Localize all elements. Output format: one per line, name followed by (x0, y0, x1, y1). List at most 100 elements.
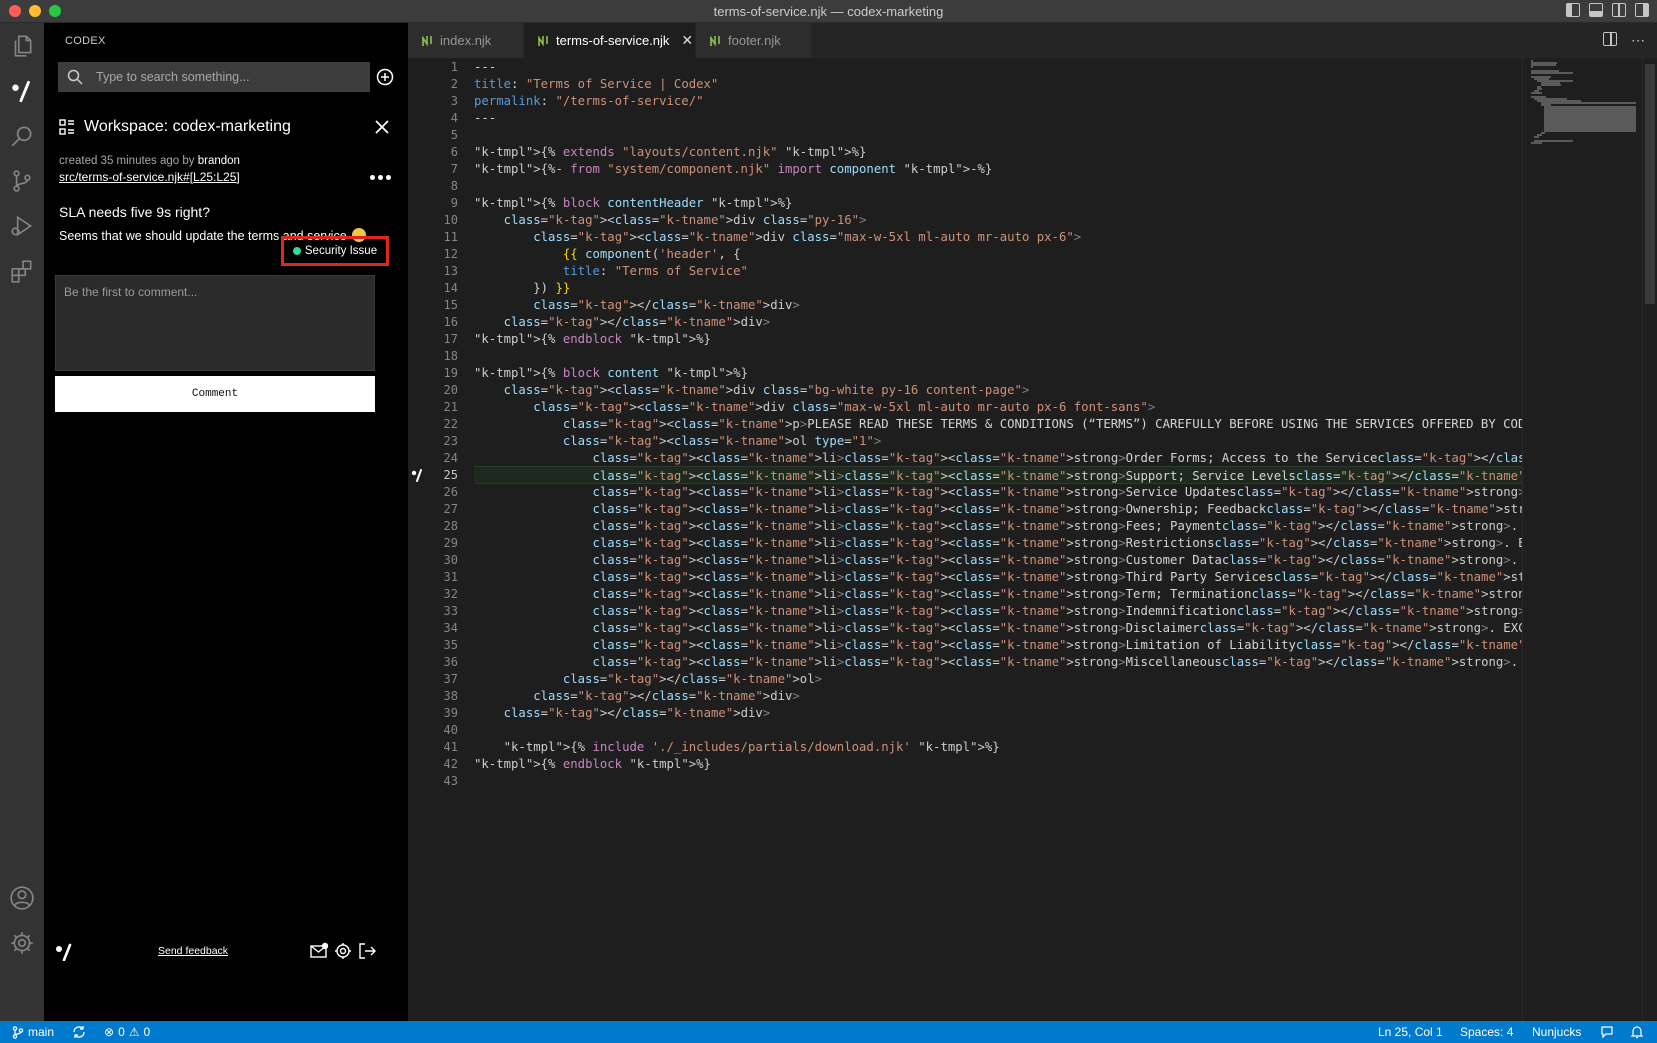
code-line[interactable]: "k-tmpl">{% endblock "k-tmpl">%} (474, 330, 711, 348)
extensions-icon[interactable] (7, 256, 37, 286)
search-box[interactable] (58, 62, 370, 92)
code-line[interactable]: class="k-tag"><class="k-tname">div class… (474, 398, 1155, 416)
indentation[interactable]: Spaces: 4 (1460, 1025, 1513, 1039)
security-issue-tag[interactable]: Security Issue (281, 236, 389, 266)
code-line[interactable]: title: "Terms of Service" (474, 262, 748, 280)
code-line[interactable]: class="k-tag"><class="k-tname">p>PLEASE … (474, 415, 1522, 433)
editor-scrollbar[interactable] (1642, 58, 1657, 1021)
source-control-icon[interactable] (7, 166, 37, 196)
code-line[interactable]: class="k-tag"><class="k-tname">li>class=… (474, 619, 1522, 637)
workspace-title: Workspace: codex-marketing (84, 118, 291, 135)
code-line[interactable]: "k-tmpl">{% include './_includes/partial… (474, 738, 1000, 756)
code-line[interactable]: class="k-tag"></class="k-tname">div> (474, 296, 800, 314)
code-line[interactable]: permalink: "/terms-of-service/" (474, 92, 704, 110)
send-feedback-link[interactable]: Send feedback (158, 945, 228, 957)
code-line[interactable]: class="k-tag"><class="k-tname">li>class=… (474, 551, 1522, 569)
code-line[interactable]: class="k-tag"><class="k-tname">li>class=… (474, 534, 1522, 552)
more-options-icon[interactable] (370, 175, 391, 180)
code-line[interactable]: class="k-tag"><class="k-tname">li>class=… (474, 653, 1522, 671)
code-line[interactable]: class="k-tag"><class="k-tname">li>class=… (474, 602, 1522, 620)
notifications-bell-icon[interactable] (1630, 1025, 1644, 1039)
code-line[interactable]: class="k-tag"></class="k-tname">div> (474, 704, 771, 722)
code-line[interactable]: "k-tmpl">{% endblock "k-tmpl">%} (474, 755, 711, 773)
created-meta: created 35 minutes ago by brandon (59, 155, 240, 167)
scrollbar-thumb[interactable] (1645, 64, 1655, 304)
sync-icon[interactable] (72, 1025, 86, 1039)
code-line[interactable]: class="k-tag"><class="k-tname">div class… (474, 211, 867, 229)
code-line[interactable]: class="k-tag"><class="k-tname">div class… (474, 381, 1030, 399)
code-line[interactable]: "k-tmpl">{% block contentHeader "k-tmpl"… (474, 194, 792, 212)
code-line[interactable]: {{ component('header', { (474, 245, 741, 263)
code-line[interactable]: class="k-tag"></class="k-tname">div> (474, 313, 771, 331)
code-line[interactable]: class="k-tag"></class="k-tname">div> (474, 687, 800, 705)
settings-gear-icon[interactable] (334, 942, 352, 960)
code-line[interactable]: class="k-tag"></class="k-tname">ol> (474, 670, 822, 688)
split-editor-icon[interactable] (1603, 32, 1617, 46)
code-line[interactable]: title: "Terms of Service | Codex" (474, 75, 718, 93)
comment-marker-icon[interactable] (408, 466, 428, 484)
branch-indicator[interactable]: main (12, 1025, 54, 1039)
tab-footer-njk[interactable]: footer.njk (696, 23, 812, 58)
minimap-line (1540, 84, 1561, 86)
line-number: 39 (443, 706, 458, 720)
file-link[interactable]: src/terms-of-service.njk#[L25:L25] (59, 170, 240, 184)
minimap[interactable] (1522, 58, 1642, 1021)
close-tab-icon[interactable]: ✕ (681, 32, 693, 49)
add-circle-icon[interactable] (376, 68, 394, 86)
codex-logo-icon (56, 943, 72, 961)
minimap-line (1534, 136, 1539, 138)
problems-indicator[interactable]: ⊗ 0 ⚠ 0 (104, 1025, 150, 1039)
line-number: 38 (443, 689, 458, 703)
code-editor[interactable]: --- title: "Terms of Service | Codex" perm… (474, 58, 1522, 1021)
close-icon[interactable] (374, 119, 390, 135)
title-bar: terms-of-service.njk — codex-marketing (0, 0, 1657, 23)
comment-box[interactable] (55, 275, 375, 371)
more-actions-icon[interactable]: ⋯ (1631, 32, 1645, 49)
status-bar: main ⊗ 0 ⚠ 0 Ln 25, Col 1 Spaces: 4 Nunj… (0, 1021, 1657, 1043)
mail-icon[interactable] (310, 942, 328, 960)
code-line[interactable]: class="k-tag"><class="k-tname">div class… (474, 228, 1081, 246)
line-number: 32 (443, 587, 458, 601)
line-number: 14 (443, 281, 458, 295)
run-debug-icon[interactable] (7, 211, 37, 241)
code-line[interactable]: "k-tmpl">{% block content "k-tmpl">%} (474, 364, 748, 382)
minimap-line (1531, 64, 1556, 66)
explorer-icon[interactable] (7, 31, 37, 61)
search-icon[interactable] (7, 121, 37, 151)
code-line[interactable]: class="k-tag"><class="k-tname">li>class=… (474, 449, 1522, 467)
tab-terms-of-service-njk[interactable]: terms-of-service.njk ✕ (524, 23, 696, 58)
tab-index-njk[interactable]: index.njk (408, 23, 524, 58)
cursor-position[interactable]: Ln 25, Col 1 (1378, 1025, 1443, 1039)
code-line[interactable]: }) }} (474, 279, 570, 297)
code-line[interactable]: class="k-tag"><class="k-tname">li>class=… (474, 568, 1522, 586)
toggle-panel-icon[interactable] (1589, 3, 1603, 17)
line-number: 7 (450, 162, 458, 176)
line-number: 20 (443, 383, 458, 397)
code-line[interactable]: class="k-tag"><class="k-tname">li>class=… (474, 585, 1522, 603)
codex-icon[interactable] (7, 76, 37, 106)
customize-layout-icon[interactable] (1635, 3, 1649, 17)
code-line[interactable]: class="k-tag"><class="k-tname">ol type="… (474, 432, 881, 450)
code-line[interactable]: --- (474, 58, 496, 76)
code-line[interactable]: "k-tmpl">{%- from "system/component.njk"… (474, 160, 992, 178)
comment-textarea[interactable] (56, 276, 374, 370)
code-line[interactable]: class="k-tag"><class="k-tname">li>class=… (474, 500, 1522, 518)
toggle-sidebar-icon[interactable] (1566, 3, 1580, 17)
code-line[interactable]: --- (474, 109, 496, 127)
account-icon[interactable] (7, 883, 37, 913)
manage-gear-icon[interactable] (7, 928, 37, 958)
feedback-icon[interactable] (1600, 1025, 1614, 1039)
code-line[interactable]: class="k-tag"><class="k-tname">li>class=… (474, 636, 1522, 654)
line-number: 2 (450, 77, 458, 91)
code-line[interactable]: class="k-tag"><class="k-tname">li>class=… (474, 466, 1522, 484)
language-mode[interactable]: Nunjucks (1532, 1025, 1581, 1039)
code-line[interactable]: class="k-tag"><class="k-tname">li>class=… (474, 483, 1522, 501)
sign-out-icon[interactable] (358, 942, 376, 960)
code-line[interactable]: class="k-tag"><class="k-tname">li>class=… (474, 517, 1522, 535)
nunjucks-file-icon (538, 34, 548, 47)
toggle-secondary-sidebar-icon[interactable] (1612, 3, 1626, 17)
line-number: 34 (443, 621, 458, 635)
search-input[interactable] (96, 62, 366, 92)
comment-button[interactable]: Comment (55, 376, 375, 412)
code-line[interactable]: "k-tmpl">{% extends "layouts/content.njk… (474, 143, 866, 161)
